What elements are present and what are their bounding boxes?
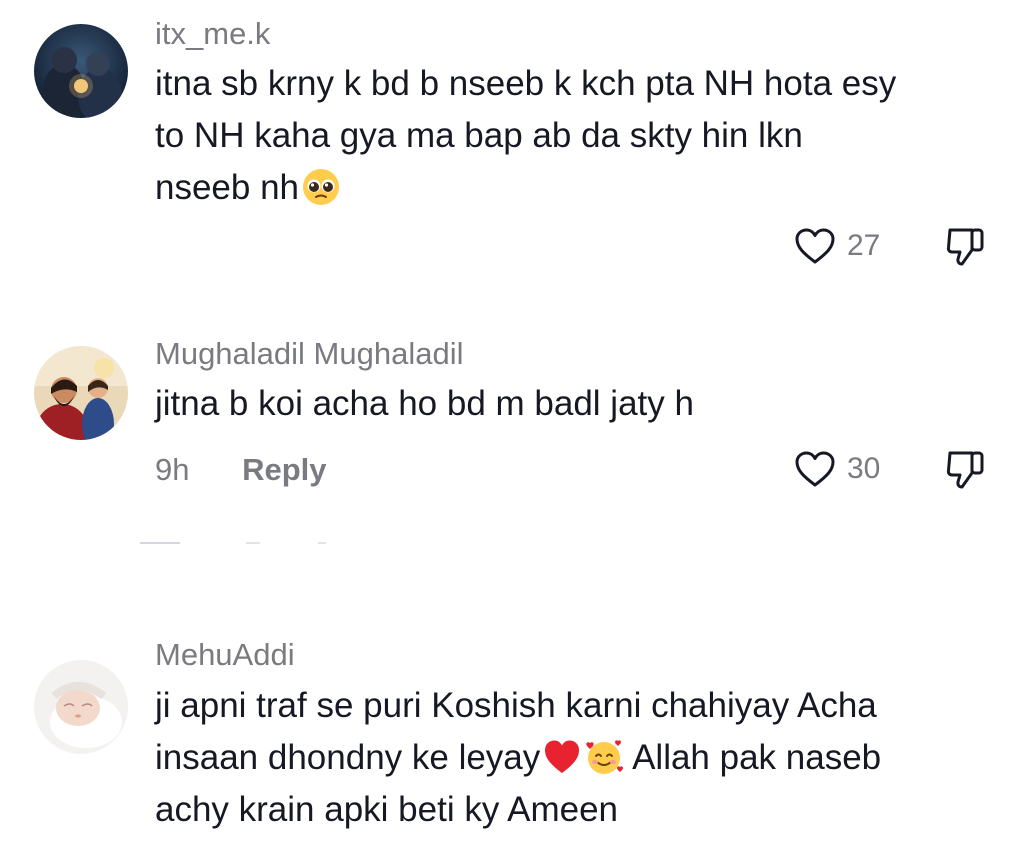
comment-text: jitna b koi acha ho bd m badl jaty h — [155, 378, 1005, 430]
comment-text-line: insaan dhondny ke leyay — [155, 738, 541, 777]
comment-text: itna sb krny k bd b nseeb k kch pta NH h… — [155, 58, 1005, 214]
like-button[interactable]: 30 — [793, 449, 880, 489]
divider — [318, 542, 326, 544]
avatar[interactable] — [34, 346, 128, 440]
like-count: 30 — [847, 452, 881, 485]
comment-text-line-wrap: nseeb nh — [155, 162, 1005, 214]
comment-text: ji apni traf se puri Koshish karni chahi… — [155, 680, 1005, 836]
smiling-face-with-hearts-emoji — [586, 740, 624, 774]
pleading-face-emoji — [303, 168, 340, 205]
thumbs-down-outline-icon — [946, 451, 984, 489]
comment-text-line: itna sb krny k bd b nseeb k kch pta NH h… — [155, 64, 897, 103]
comment-text-line: to NH kaha gya ma bap ab da skty hin lkn — [155, 116, 803, 155]
reply-button[interactable]: Reply — [242, 452, 326, 487]
red-heart-emoji — [545, 740, 580, 773]
avatar[interactable] — [34, 24, 128, 118]
dislike-button[interactable] — [942, 222, 990, 270]
comment-username[interactable]: itx_me.k — [155, 16, 270, 52]
dislike-button[interactable] — [942, 445, 990, 493]
heart-outline-icon — [795, 451, 835, 487]
heart-outline-icon — [795, 228, 835, 264]
thumbs-down-outline-icon — [946, 228, 984, 266]
comment-meta: 9h Reply — [155, 452, 327, 488]
divider — [246, 542, 260, 544]
comment-text-line: nseeb nh — [155, 168, 300, 207]
comment-text-line-wrap: insaan dhondny ke leyay Allah pak naseb — [155, 732, 1005, 784]
comment-timestamp: 9h — [155, 452, 190, 487]
like-count: 27 — [847, 229, 881, 262]
divider — [140, 542, 180, 544]
comment-text-line: Allah pak naseb — [624, 738, 882, 777]
comment-text-line: achy krain apki beti ky Ameen — [155, 790, 619, 829]
like-button[interactable]: 27 — [793, 226, 880, 266]
comment-text-line: jitna b koi acha ho bd m badl jaty h — [155, 384, 694, 423]
comment-username[interactable]: Mughaladil Mughaladil — [155, 336, 463, 372]
avatar[interactable] — [34, 660, 128, 754]
comment-username[interactable]: MehuAddi — [155, 637, 295, 673]
comment-text-line: ji apni traf se puri Koshish karni chahi… — [155, 686, 877, 725]
